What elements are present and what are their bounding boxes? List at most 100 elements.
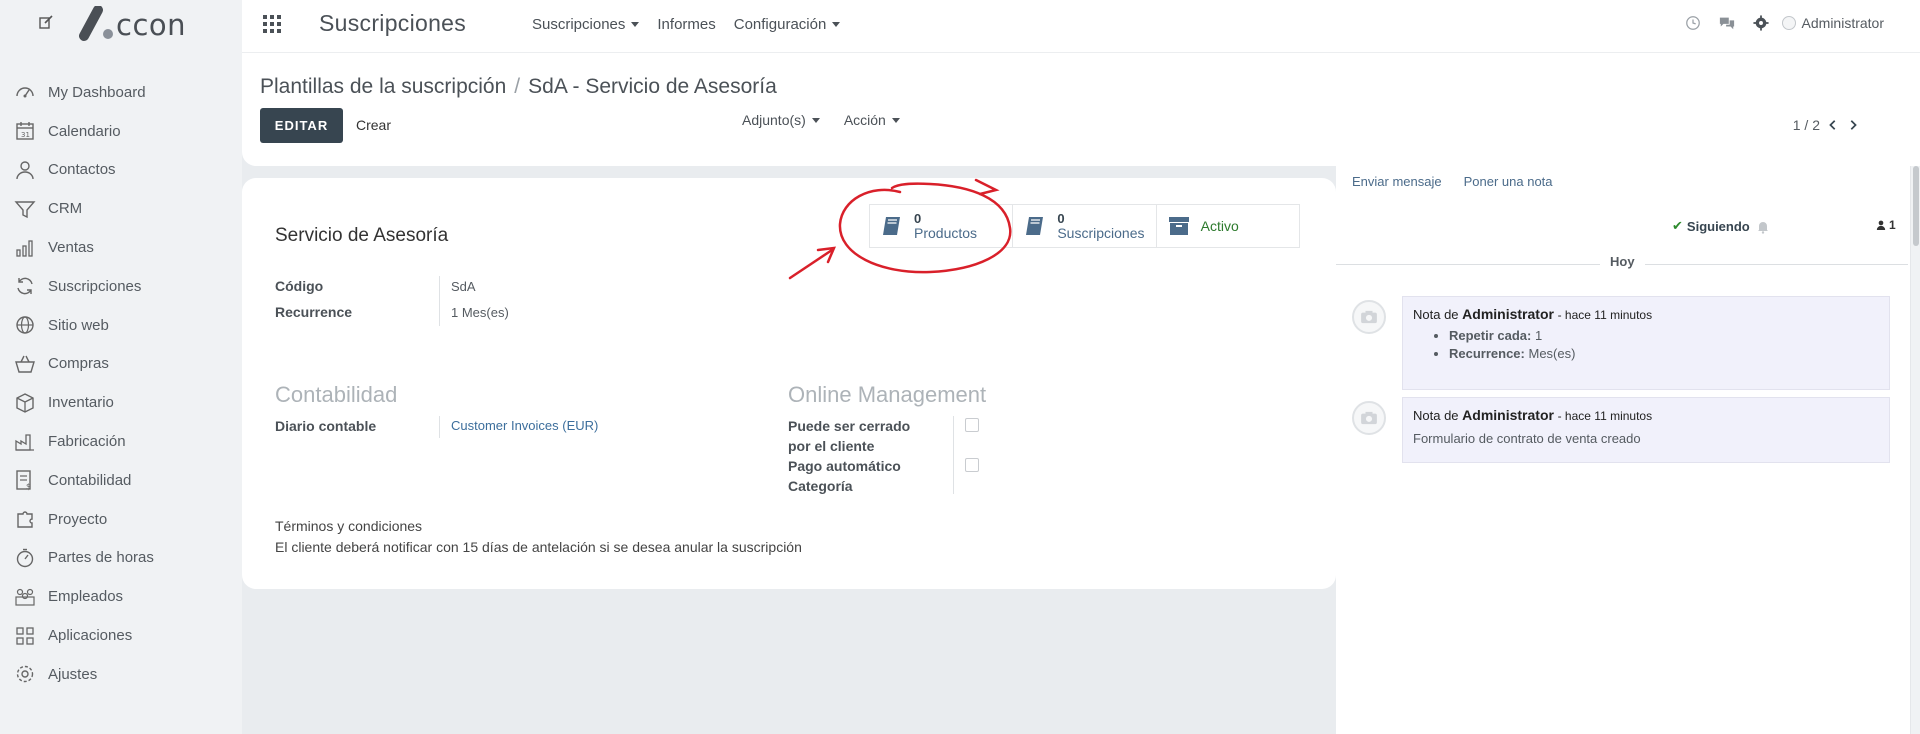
menu-reports[interactable]: Informes	[657, 16, 715, 33]
action-label: Acción	[843, 112, 886, 128]
sidebar-item-label: My Dashboard	[48, 83, 146, 101]
clock-icon[interactable]	[1684, 14, 1702, 32]
edit-button[interactable]: EDITAR	[260, 108, 343, 143]
edit-icon[interactable]	[38, 14, 54, 30]
gear-icon	[14, 663, 36, 685]
field-divider	[953, 416, 954, 494]
sidebar-item-label: Sitio web	[48, 316, 109, 334]
check-icon: ✔	[1672, 218, 1683, 233]
sidebar-item-apps[interactable]: Aplicaciones	[0, 616, 242, 655]
active-toggle-button[interactable]: Activo	[1157, 205, 1299, 247]
sidebar-item-calendar[interactable]: 31 Calendario	[0, 112, 242, 151]
recurrence-value[interactable]: 1 Mes(es)	[451, 305, 509, 320]
smart-button-box: 0 Productos 0 Suscripciones Activo	[869, 204, 1300, 248]
auto-payment-checkbox[interactable]	[965, 458, 979, 472]
tracking-label: Repetir cada:	[1449, 328, 1532, 343]
sidebar-item-manufacturing[interactable]: Fabricación	[0, 422, 242, 461]
sidebar-item-accounting[interactable]: $ Contabilidad	[0, 461, 242, 500]
control-panel: Plantillas de la suscripción / SdA - Ser…	[242, 53, 1920, 166]
sidebar-item-label: Contabilidad	[48, 471, 132, 489]
terms-text[interactable]: El cliente deberá notificar con 15 días …	[275, 539, 802, 555]
following-button[interactable]: ✔ Siguiendo	[1672, 218, 1750, 234]
closable-checkbox[interactable]	[965, 418, 979, 432]
menu-configuration[interactable]: Configuración	[734, 16, 841, 33]
record-name: Servicio de Asesoría	[275, 225, 449, 246]
breadcrumb-parent-link[interactable]: Plantillas de la suscripción	[260, 75, 506, 99]
chat-icon[interactable]	[1718, 14, 1736, 32]
message-text: Formulario de contrato de venta creado	[1413, 431, 1641, 446]
box-icon	[14, 392, 36, 414]
create-button[interactable]: Crear	[356, 117, 391, 133]
funnel-icon	[14, 198, 36, 220]
sidebar-item-website[interactable]: Sitio web	[0, 306, 242, 345]
message-time: - hace 11 minutos	[1557, 308, 1653, 322]
apps-menu-icon[interactable]	[262, 14, 282, 34]
chevron-right-icon[interactable]	[1846, 118, 1860, 132]
message-author[interactable]: Administrator	[1462, 306, 1554, 322]
sidebar-item-settings[interactable]: Ajustes	[0, 655, 242, 694]
attachments-dropdown[interactable]: Adjunto(s)	[742, 112, 820, 128]
code-label: Código	[275, 278, 324, 294]
apps-grid-icon	[14, 625, 36, 647]
log-note-button[interactable]: Poner una nota	[1464, 174, 1553, 189]
sidebar-item-timesheets[interactable]: Partes de horas	[0, 539, 242, 578]
products-label: Productos	[914, 225, 978, 241]
menu-configuration-label: Configuración	[733, 16, 827, 33]
message-body: Nota de Administrator - hace 11 minutos …	[1402, 397, 1890, 463]
invoice-icon: $	[14, 469, 36, 491]
sidebar-item-sales[interactable]: Ventas	[0, 228, 242, 267]
logo-icon	[79, 6, 113, 41]
sidebar-item-purchases[interactable]: Compras	[0, 345, 242, 384]
tracking-item: Recurrence: Mes(es)	[1449, 346, 1879, 361]
puzzle-icon	[14, 508, 36, 530]
bar-chart-icon	[14, 237, 36, 259]
products-count: 0	[914, 211, 922, 226]
settings-gear-icon[interactable]	[1752, 14, 1770, 32]
chatter-scrollbar[interactable]	[1910, 166, 1920, 734]
chevron-down-icon	[832, 22, 841, 27]
basket-icon	[14, 353, 36, 375]
sidebar-item-subscriptions[interactable]: Suscripciones	[0, 267, 242, 306]
code-value[interactable]: SdA	[451, 279, 476, 294]
action-dropdown[interactable]: Acción	[844, 112, 900, 128]
message-body: Nota de Administrator - hace 11 minutos …	[1402, 296, 1890, 390]
tracking-label: Recurrence:	[1449, 346, 1525, 361]
camera-icon	[1361, 310, 1377, 324]
send-message-button[interactable]: Enviar mensaje	[1352, 174, 1442, 189]
message-author[interactable]: Administrator	[1462, 407, 1554, 423]
message-time: - hace 11 minutos	[1557, 409, 1653, 423]
journal-link[interactable]: Customer Invoices (EUR)	[451, 418, 598, 433]
archive-icon	[1167, 214, 1191, 238]
followers-button[interactable]: 1	[1876, 218, 1896, 232]
terms-title: Términos y condiciones	[275, 518, 423, 534]
avatar[interactable]	[1352, 300, 1386, 334]
subscriptions-stat-button[interactable]: 0 Suscripciones	[1013, 205, 1157, 247]
sidebar-item-crm[interactable]: CRM	[0, 189, 242, 228]
avatar[interactable]	[1352, 401, 1386, 435]
chevron-left-icon[interactable]	[1826, 118, 1840, 132]
user-menu[interactable]: Administrator	[1781, 15, 1884, 31]
sidebar-item-label: Contactos	[48, 161, 116, 179]
menu-subscriptions-label: Suscripciones	[532, 16, 626, 33]
sidebar-item-dashboard[interactable]: My Dashboard	[0, 73, 242, 112]
sidebar-item-inventory[interactable]: Inventario	[0, 383, 242, 422]
subscriptions-label: Suscripciones	[1057, 225, 1145, 241]
sidebar-item-label: Fabricación	[48, 433, 126, 451]
bell-icon[interactable]	[1756, 220, 1770, 234]
sidebar-item-contacts[interactable]: Contactos	[0, 151, 242, 190]
sidebar-item-label: CRM	[48, 200, 83, 218]
products-stat-button[interactable]: 0 Productos	[870, 205, 1014, 247]
subscriptions-count: 0	[1057, 211, 1065, 226]
chatter-topbar: Enviar mensaje Poner una nota	[1352, 174, 1575, 189]
factory-icon	[14, 431, 36, 453]
sidebar-item-label: Aplicaciones	[48, 627, 133, 645]
logo-text: ccon	[116, 8, 187, 42]
user-name: Administrator	[1801, 15, 1884, 31]
sidebar-item-employees[interactable]: Empleados	[0, 577, 242, 616]
sidebar-item-label: Suscripciones	[48, 277, 142, 295]
menu-subscriptions[interactable]: Suscripciones	[532, 16, 640, 33]
sidebar-item-project[interactable]: Proyecto	[0, 500, 242, 539]
scrollbar-thumb[interactable]	[1913, 166, 1919, 246]
top-menu: Suscripciones Informes Configuración	[532, 16, 858, 33]
accounting-section-title: Contabilidad	[275, 382, 398, 407]
